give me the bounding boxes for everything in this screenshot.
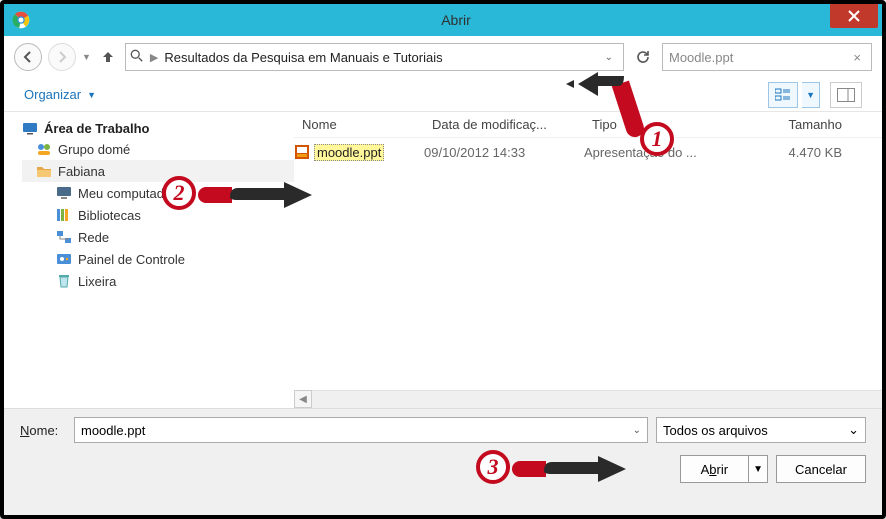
file-list: Nome Data de modificaç... Tipo Tamanho m… — [294, 112, 882, 408]
filename-dropdown-icon[interactable]: ⌄ — [633, 425, 641, 436]
address-bar[interactable]: ▶ Resultados da Pesquisa em Manuais e Tu… — [125, 43, 624, 71]
sidebar-item-label: Rede — [78, 230, 109, 245]
col-name[interactable]: Nome — [294, 117, 424, 132]
col-date[interactable]: Data de modificaç... — [424, 117, 584, 132]
open-dialog-window: Abrir ▼ ▶ Resultados da Pesquisa em Manu… — [0, 0, 886, 519]
sidebar-item-label: Bibliotecas — [78, 208, 141, 223]
view-dropdown-button[interactable]: ▼ — [802, 82, 820, 108]
annotation-badge-1: 1 — [640, 122, 674, 156]
sidebar-item-label: Painel de Controle — [78, 252, 185, 267]
sidebar-item-homegroup[interactable]: Grupo domé — [22, 138, 294, 160]
filename-value: moodle.ppt — [81, 423, 145, 438]
forward-button[interactable] — [48, 43, 76, 71]
sidebar: Área de Trabalho Grupo domé Fabiana Meu co… — [4, 112, 294, 408]
sidebar-item-user-folder[interactable]: Fabiana — [22, 160, 294, 182]
breadcrumb-separator-icon: ▶ — [150, 51, 158, 64]
sidebar-item-label: Fabiana — [58, 164, 105, 179]
chrome-icon — [12, 11, 30, 29]
refresh-button[interactable] — [630, 44, 656, 70]
history-dropdown-icon[interactable]: ▼ — [82, 52, 91, 62]
col-size[interactable]: Tamanho — [744, 117, 882, 132]
column-headers: Nome Data de modificaç... Tipo Tamanho — [294, 112, 882, 138]
tree-root-label: Área de Trabalho — [44, 121, 149, 136]
file-size: 4.470 KB — [744, 145, 882, 160]
breadcrumb-dropdown-icon[interactable]: ⌄ — [599, 52, 619, 63]
annotation-badge-2: 2 — [162, 176, 196, 210]
tree-root-desktop[interactable]: Área de Trabalho — [22, 118, 294, 138]
sidebar-item-label: Meu computador — [78, 186, 176, 201]
filter-select[interactable]: Todos os arquivos ⌄ — [656, 417, 866, 443]
back-button[interactable] — [14, 43, 42, 71]
titlebar: Abrir — [4, 4, 882, 36]
filename-input[interactable]: moodle.ppt ⌄ — [74, 417, 648, 443]
cancel-button[interactable]: Cancelar — [776, 455, 866, 483]
sidebar-item-label: Grupo domé — [58, 142, 130, 157]
file-row[interactable]: moodle.ppt09/10/2012 14:33Apresentação d… — [294, 138, 882, 166]
annotation-pointer-1 — [566, 72, 626, 112]
file-name: moodle.ppt — [314, 144, 384, 161]
toolbar: Organizar ▼ ▼ — [4, 78, 882, 112]
filename-label: Nome: — [20, 423, 66, 438]
window-title: Abrir — [30, 12, 882, 28]
open-dropdown-button[interactable]: ▼ — [749, 455, 768, 483]
body-area: Área de Trabalho Grupo domé Fabiana Meu co… — [4, 112, 882, 408]
view-button[interactable] — [768, 82, 798, 108]
annotation-tail-2 — [198, 187, 232, 203]
sidebar-item-control-panel[interactable]: Painel de Controle — [22, 248, 294, 270]
search-value: Moodle.ppt — [669, 50, 733, 65]
annotation-badge-3: 3 — [476, 450, 510, 484]
scroll-left-button[interactable]: ◀ — [294, 390, 312, 408]
clear-search-icon[interactable]: × — [849, 50, 865, 65]
search-icon — [130, 49, 144, 66]
close-button[interactable] — [830, 4, 878, 28]
filter-value: Todos os arquivos — [663, 423, 768, 438]
scroll-track[interactable] — [312, 390, 882, 408]
filter-dropdown-icon[interactable]: ⌄ — [848, 422, 859, 438]
open-button[interactable]: Abrir — [680, 455, 749, 483]
annotation-tail-3 — [512, 461, 546, 477]
file-date: 09/10/2012 14:33 — [424, 145, 584, 160]
sidebar-item-label: Lixeira — [78, 274, 116, 289]
breadcrumb-text: Resultados da Pesquisa em Manuais e Tuto… — [164, 50, 442, 65]
preview-pane-button[interactable] — [830, 82, 862, 108]
up-button[interactable] — [97, 46, 119, 68]
annotation-pointer-3 — [544, 456, 626, 486]
navbar: ▼ ▶ Resultados da Pesquisa em Manuais e … — [4, 36, 882, 78]
footer: Nome: moodle.ppt ⌄ Todos os arquivos ⌄ A… — [4, 408, 882, 519]
organize-button[interactable]: Organizar — [24, 87, 81, 102]
sidebar-item-recycle-bin[interactable]: Lixeira — [22, 270, 294, 292]
annotation-pointer-2 — [230, 182, 312, 212]
search-input[interactable]: Moodle.ppt × — [662, 43, 872, 71]
organize-dropdown-icon[interactable]: ▼ — [87, 90, 96, 100]
sidebar-item-network[interactable]: Rede — [22, 226, 294, 248]
